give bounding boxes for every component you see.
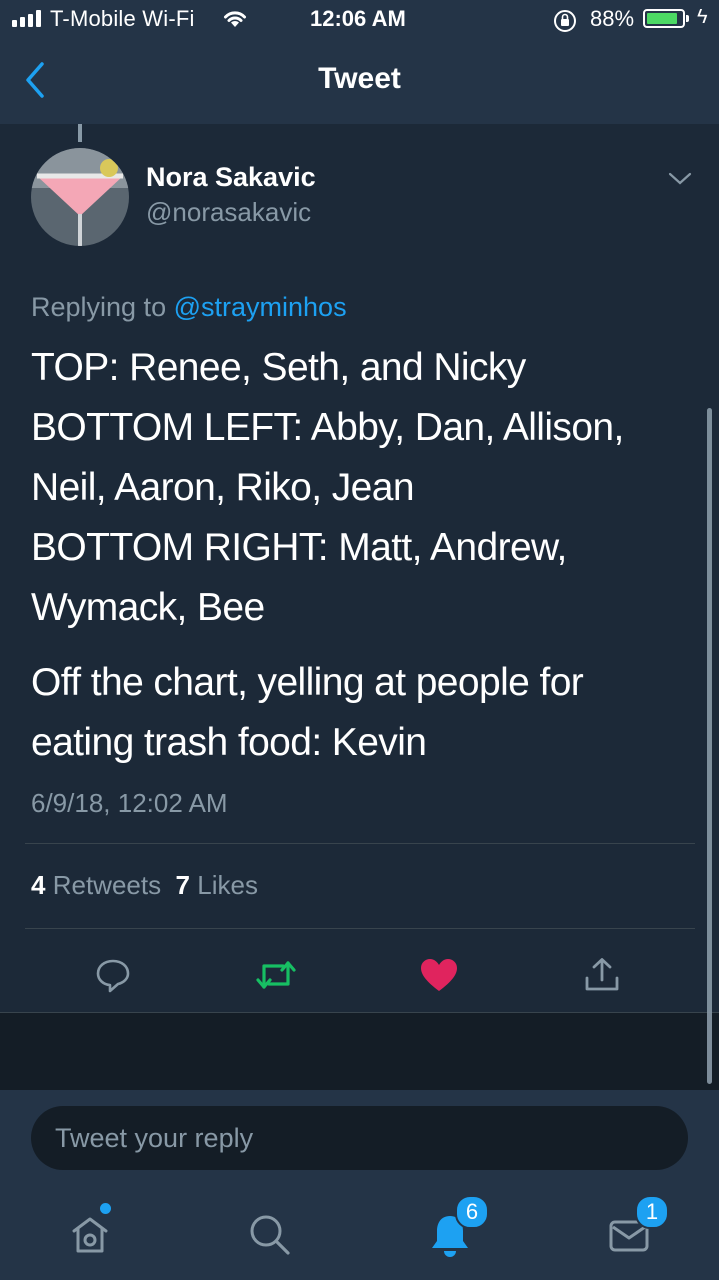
like-button[interactable] xyxy=(414,950,464,1000)
wifi-icon xyxy=(224,11,246,27)
tweet-line: Wymack, Bee xyxy=(31,586,265,629)
reply-icon xyxy=(96,959,130,993)
status-bar: T-Mobile Wi-Fi 12:06 AM 88% ϟ xyxy=(0,0,719,40)
tweet-timestamp: 6/9/18, 12:02 AM xyxy=(31,788,228,818)
carrier-label: T-Mobile Wi-Fi xyxy=(50,6,195,31)
tweet-line: TOP: Renee, Seth, and Nicky xyxy=(31,346,526,389)
rotation-lock-icon xyxy=(554,10,576,32)
share-icon xyxy=(585,958,619,991)
tab-messages[interactable]: 1 xyxy=(600,1195,669,1265)
tab-search[interactable] xyxy=(240,1205,300,1265)
avatar[interactable] xyxy=(31,148,129,246)
status-time: 12:06 AM xyxy=(310,6,406,31)
divider xyxy=(25,843,695,844)
tab-notifications[interactable]: 6 xyxy=(420,1195,489,1265)
battery-percent: 88% xyxy=(590,6,635,31)
mention-link[interactable]: @strayminhos xyxy=(174,292,347,322)
tweet-stats[interactable]: 4 Retweets 7 Likes xyxy=(31,870,258,901)
page-title: Tweet xyxy=(318,62,401,95)
share-button[interactable] xyxy=(577,950,627,1000)
tab-home[interactable] xyxy=(60,1203,120,1265)
tweet-line: Neil, Aaron, Riko, Jean xyxy=(31,466,415,509)
reply-button[interactable] xyxy=(88,950,138,1000)
tweet-options-button[interactable] xyxy=(667,170,693,193)
home-new-dot xyxy=(100,1203,111,1214)
replying-to: Replying to @strayminhos xyxy=(31,292,347,323)
content-gap xyxy=(0,1012,719,1091)
author-handle[interactable]: @norasakavic xyxy=(146,197,311,228)
tweet-line: Off the chart, yelling at people for xyxy=(31,661,584,704)
like-label: Likes xyxy=(197,870,258,900)
chevron-down-icon xyxy=(668,172,692,185)
reply-input[interactable] xyxy=(31,1106,688,1170)
home-icon xyxy=(72,1217,108,1253)
tweet-text: TOP: Renee, Seth, and Nicky BOTTOM LEFT:… xyxy=(31,338,696,638)
battery-level xyxy=(647,13,677,24)
tweet-line: BOTTOM RIGHT: Matt, Andrew, xyxy=(31,526,567,569)
retweet-icon xyxy=(256,961,296,989)
tweet-line: BOTTOM LEFT: Abby, Dan, Allison, xyxy=(31,406,624,449)
divider xyxy=(25,928,695,929)
scrollbar[interactable] xyxy=(707,408,712,1084)
retweet-label: Retweets xyxy=(52,870,162,900)
tweet-actions xyxy=(0,938,719,1008)
battery-icon xyxy=(643,9,689,28)
cocktail-photo xyxy=(31,148,129,246)
search-icon xyxy=(250,1215,290,1255)
heart-icon xyxy=(421,959,457,991)
retweet-count: 4 xyxy=(31,870,46,900)
like-count: 7 xyxy=(175,870,191,900)
author-name[interactable]: Nora Sakavic xyxy=(146,162,316,193)
messages-badge: 1 xyxy=(635,1195,669,1229)
tweet-line: eating trash food: Kevin xyxy=(31,721,427,764)
cellular-signal-icon xyxy=(12,10,41,27)
retweet-button[interactable] xyxy=(251,950,301,1000)
thread-connector xyxy=(78,124,82,142)
notifications-badge: 6 xyxy=(455,1195,489,1229)
replying-prefix: Replying to xyxy=(31,292,167,322)
tweet-text-paragraph-2: Off the chart, yelling at people for eat… xyxy=(31,653,696,773)
charging-icon: ϟ xyxy=(697,6,708,28)
